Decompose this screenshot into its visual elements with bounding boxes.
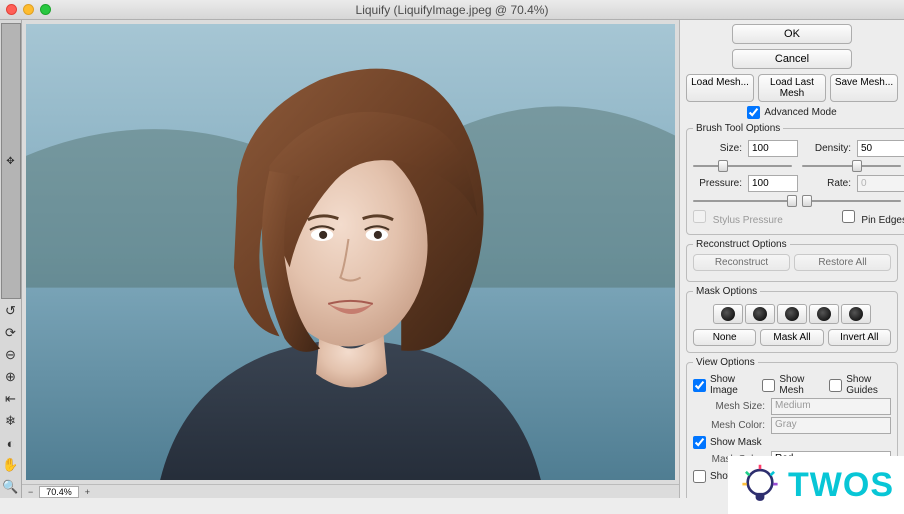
zoom-level[interactable]: 70.4% <box>39 486 79 498</box>
mask-all-button[interactable]: Mask All <box>760 329 823 346</box>
show-image-checkbox[interactable] <box>693 379 706 392</box>
lightbulb-icon <box>738 463 782 507</box>
watermark-text: TWOS <box>788 466 894 505</box>
mask-none-button[interactable]: None <box>693 329 756 346</box>
view-legend: View Options <box>693 357 758 368</box>
rate-slider <box>802 194 901 208</box>
thaw-mask-tool-icon[interactable]: ◐ <box>1 433 21 453</box>
tool-column: ✥ ↺ ⟳ ⊖ ⊕ ⇤ ❄ ◐ ✋ 🔍 <box>0 20 22 498</box>
rate-input <box>857 175 904 192</box>
mask-options: Mask Options None Mask All Invert All <box>686 286 898 353</box>
ok-button[interactable]: OK <box>732 24 852 44</box>
freeze-mask-tool-icon[interactable]: ❄ <box>1 411 21 431</box>
canvas-wrap: − 70.4% + <box>22 20 679 498</box>
density-slider[interactable] <box>802 159 901 173</box>
pin-edges-checkbox[interactable] <box>842 210 855 223</box>
main-area: ✥ ↺ ⟳ ⊖ ⊕ ⇤ ❄ ◐ ✋ 🔍 <box>0 20 904 498</box>
status-bar: − 70.4% + <box>22 484 679 498</box>
mask-invert-icon[interactable] <box>841 304 871 324</box>
restore-all-button: Restore All <box>794 254 891 271</box>
zoom-icon[interactable] <box>40 4 51 15</box>
reconstruct-tool-icon[interactable]: ↺ <box>1 301 21 321</box>
pressure-label: Pressure: <box>693 178 748 189</box>
show-mask-label: Show Mask <box>710 437 762 448</box>
zoom-in-icon[interactable]: + <box>85 487 90 497</box>
show-mesh-checkbox[interactable] <box>762 379 775 392</box>
twirl-tool-icon[interactable]: ⟳ <box>1 323 21 343</box>
reconstruct-button: Reconstruct <box>693 254 790 271</box>
pin-edges-label: Pin Edges <box>861 215 904 226</box>
rate-label: Rate: <box>802 178 857 189</box>
mask-subtract-icon[interactable] <box>777 304 807 324</box>
size-slider[interactable] <box>693 159 792 173</box>
mesh-size-label: Mesh Size: <box>693 401 771 412</box>
show-mesh-label: Show Mesh <box>779 374 818 396</box>
stylus-pressure-checkbox <box>693 210 706 223</box>
show-guides-label: Show Guides <box>846 374 891 396</box>
options-panel: OK Cancel Load Mesh... Load Last Mesh Sa… <box>679 20 904 498</box>
size-input[interactable] <box>748 140 798 157</box>
reconstruct-legend: Reconstruct Options <box>693 239 790 250</box>
image-canvas[interactable] <box>26 24 675 480</box>
size-label: Size: <box>693 143 748 154</box>
mesh-size-select: Medium <box>771 398 891 415</box>
window-title: Liquify (LiquifyImage.jpeg @ 70.4%) <box>0 3 904 17</box>
density-label: Density: <box>802 143 857 154</box>
show-image-label: Show Image <box>710 374 752 396</box>
window-controls <box>6 4 51 15</box>
title-bar: Liquify (LiquifyImage.jpeg @ 70.4%) <box>0 0 904 20</box>
mesh-color-label: Mesh Color: <box>693 420 771 431</box>
save-mesh-button[interactable]: Save Mesh... <box>830 74 898 102</box>
invert-all-button[interactable]: Invert All <box>828 329 891 346</box>
mask-intersect-icon[interactable] <box>809 304 839 324</box>
brush-legend: Brush Tool Options <box>693 123 783 134</box>
forward-warp-tool-icon[interactable]: ✥ <box>1 23 21 299</box>
close-icon[interactable] <box>6 4 17 15</box>
advanced-mode-checkbox[interactable] <box>747 106 760 119</box>
mask-replace-icon[interactable] <box>713 304 743 324</box>
show-backdrop-checkbox[interactable] <box>693 470 706 483</box>
brush-tool-options: Brush Tool Options Size: Density: Pressu… <box>686 123 904 235</box>
mask-legend: Mask Options <box>693 286 760 297</box>
density-input[interactable] <box>857 140 904 157</box>
load-last-mesh-button[interactable]: Load Last Mesh <box>758 74 826 102</box>
zoom-out-icon[interactable]: − <box>28 487 33 497</box>
stylus-pressure-label: Stylus Pressure <box>713 215 783 226</box>
reconstruct-options: Reconstruct Options Reconstruct Restore … <box>686 239 898 282</box>
portrait-svg <box>26 24 675 480</box>
pressure-slider[interactable] <box>693 194 792 208</box>
hand-tool-icon[interactable]: ✋ <box>1 455 21 475</box>
advanced-mode-label: Advanced Mode <box>764 107 836 118</box>
push-left-tool-icon[interactable]: ⇤ <box>1 389 21 409</box>
load-mesh-button[interactable]: Load Mesh... <box>686 74 754 102</box>
minimize-icon[interactable] <box>23 4 34 15</box>
pucker-tool-icon[interactable]: ⊖ <box>1 345 21 365</box>
watermark: TWOS <box>728 456 904 514</box>
bloat-tool-icon[interactable]: ⊕ <box>1 367 21 387</box>
zoom-tool-icon[interactable]: 🔍 <box>1 477 21 497</box>
show-guides-checkbox[interactable] <box>829 379 842 392</box>
mask-add-icon[interactable] <box>745 304 775 324</box>
show-mask-checkbox[interactable] <box>693 436 706 449</box>
cancel-button[interactable]: Cancel <box>732 49 852 69</box>
pressure-input[interactable] <box>748 175 798 192</box>
mesh-color-select: Gray <box>771 417 891 434</box>
